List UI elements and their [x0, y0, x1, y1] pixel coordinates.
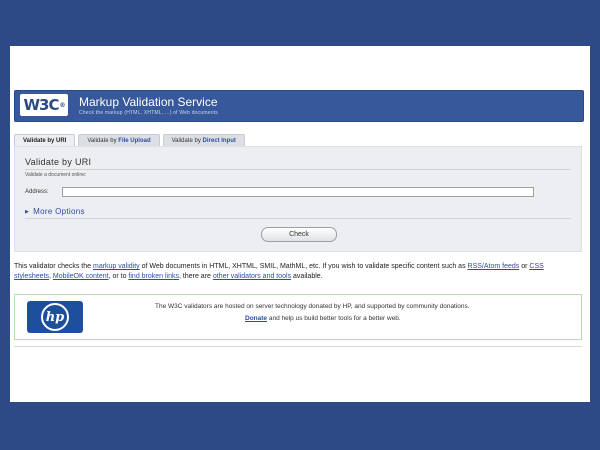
footer-divider — [14, 346, 582, 347]
page-subtitle: Check the markup (HTML, XHTML, ...) of W… — [79, 110, 218, 116]
about-text: This validator checks the markup validit… — [14, 262, 582, 282]
sponsor-text: The W3C validators are hosted on server … — [155, 303, 470, 310]
about-text-part: This validator checks the — [14, 263, 93, 270]
validation-tabs: Validate by URI Validate by File Upload … — [14, 134, 245, 147]
header-banner: W3C ® Markup Validation Service Check the… — [14, 90, 584, 122]
hp-logo[interactable]: hp — [27, 301, 83, 333]
more-options-label: More Options — [33, 207, 85, 216]
panel-title: Validate by URI — [25, 157, 92, 167]
divider — [25, 169, 571, 170]
mobileok-content-link[interactable]: MobileOK content — [53, 273, 109, 280]
find-broken-links-link[interactable]: find broken links — [128, 273, 179, 280]
other-validators-link[interactable]: other validators and tools — [213, 273, 291, 280]
w3c-registered-mark: ® — [59, 101, 66, 109]
panel-description: Validate a document online: — [25, 172, 87, 178]
donate-text: Donate and help us build better tools fo… — [245, 315, 401, 322]
tab-label-prefix: Validate by — [171, 138, 201, 144]
hp-logo-circle: hp — [41, 303, 69, 331]
tab-label: Validate by URI — [23, 138, 67, 144]
address-label: Address: — [25, 189, 49, 195]
tab-label-prefix: Validate by — [87, 138, 117, 144]
donate-text-rest: and help us build better tools for a bet… — [267, 315, 401, 322]
about-text-part: or — [519, 263, 530, 270]
triangle-right-icon: ▶ — [25, 208, 30, 215]
page: W3C ® Markup Validation Service Check the… — [10, 46, 590, 402]
donate-link[interactable]: Donate — [245, 315, 267, 322]
more-options-toggle[interactable]: ▶ More Options — [25, 207, 85, 216]
page-title: Markup Validation Service — [79, 95, 218, 109]
about-text-part: , there are — [179, 273, 213, 280]
about-text-part: , or to — [108, 273, 129, 280]
about-text-part: of Web documents in HTML, XHTML, SMIL, M… — [139, 263, 468, 270]
w3c-logo[interactable]: W3C ® — [20, 94, 68, 116]
validate-by-uri-panel: Validate by URI Validate a document onli… — [14, 146, 582, 252]
rss-atom-feeds-link[interactable]: RSS/Atom feeds — [468, 263, 520, 270]
tab-label-accent: File Upload — [118, 138, 151, 144]
tab-label-accent: Direct Input — [202, 138, 236, 144]
address-input[interactable] — [62, 187, 534, 197]
markup-validity-link[interactable]: markup validity — [93, 263, 140, 270]
w3c-logo-text: W3C — [23, 96, 60, 114]
sponsor-box: hp The W3C validators are hosted on serv… — [14, 294, 582, 340]
divider — [25, 218, 571, 219]
check-button[interactable]: Check — [261, 227, 337, 242]
about-text-part: available. — [291, 273, 323, 280]
